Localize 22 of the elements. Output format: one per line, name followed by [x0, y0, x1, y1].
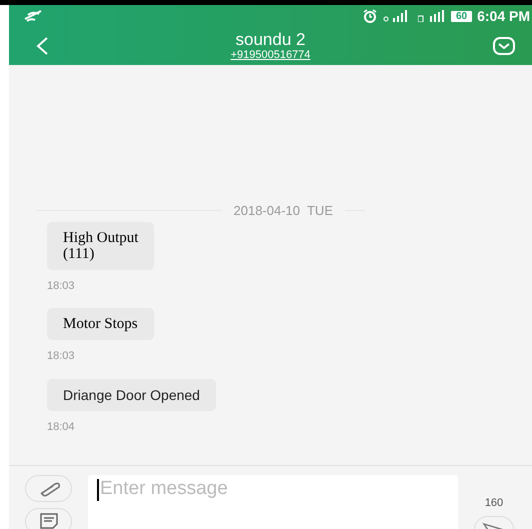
template-button[interactable] [25, 508, 72, 529]
back-icon[interactable] [35, 36, 49, 56]
attach-button[interactable] [25, 475, 72, 502]
message-text: High Output [63, 230, 138, 246]
note-icon [38, 512, 58, 529]
contact-phone[interactable]: +919500516774 [230, 48, 310, 62]
message-text: Motor Stops [63, 316, 138, 332]
status-time: 6:04 PM [477, 6, 530, 26]
message-time: 18:03 [47, 349, 75, 364]
alarm-icon [362, 9, 378, 23]
date-divider: 2018-04-10 TUE [234, 202, 333, 220]
message-text: (111) [63, 246, 96, 262]
message-time: 18:04 [47, 420, 75, 434]
text-cursor [97, 479, 99, 501]
message-text: Driange Door Opened [63, 386, 200, 402]
battery-indicator: 60 [450, 10, 472, 22]
message-icon[interactable] [492, 36, 516, 56]
message-input[interactable]: Enter message [88, 475, 458, 529]
message-time: 18:03 [47, 278, 75, 294]
signal-icon [418, 10, 446, 22]
contact-name: soundu 2 [236, 30, 306, 48]
character-counter: 160 [484, 496, 504, 511]
